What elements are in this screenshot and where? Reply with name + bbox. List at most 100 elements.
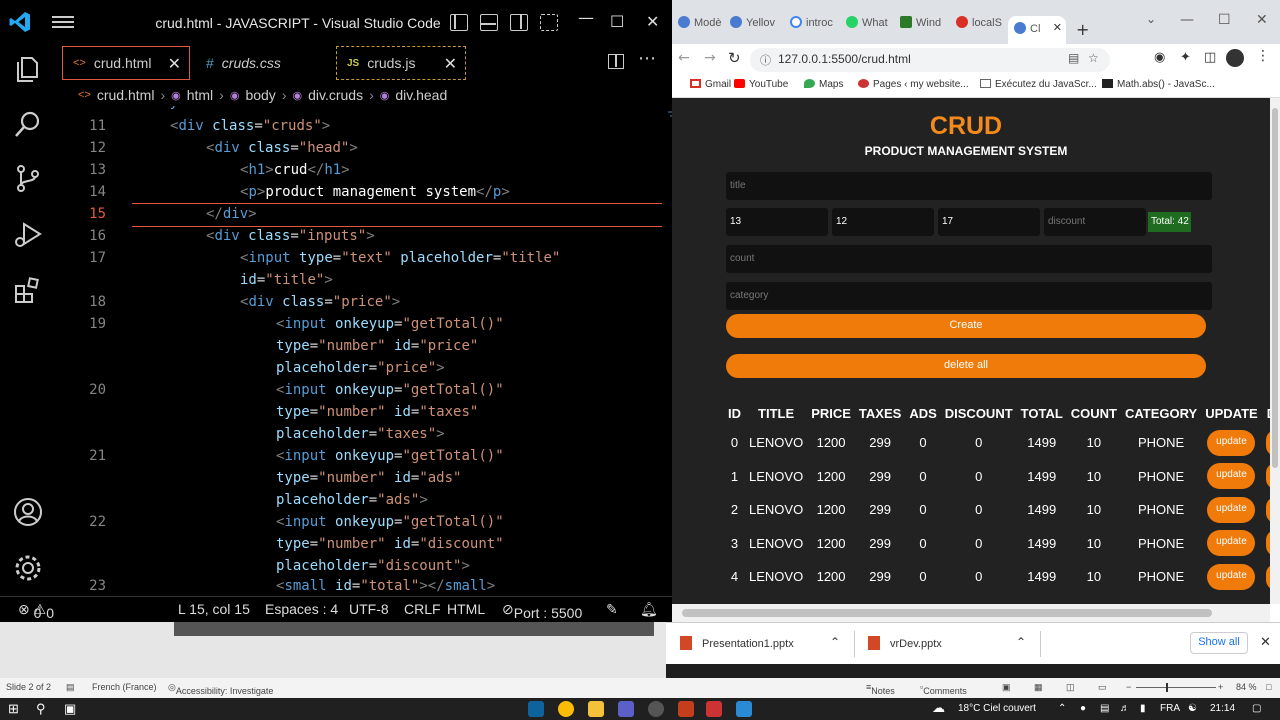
app-taskbar-icon[interactable]: [736, 701, 752, 717]
back-icon[interactable]: ←: [678, 50, 690, 66]
menu-icon[interactable]: [52, 13, 74, 33]
breadcrumb-item[interactable]: html: [187, 87, 213, 103]
close-window-icon[interactable]: ✕: [646, 12, 659, 31]
settings-gear-icon[interactable]: [12, 552, 44, 584]
microphone-icon[interactable]: ●: [1080, 703, 1086, 714]
show-all-button[interactable]: Show all: [1190, 632, 1248, 654]
accounts-icon[interactable]: [12, 496, 44, 528]
cursor-position[interactable]: L 15, col 15: [178, 601, 250, 617]
toggle-panel-icon[interactable]: [480, 14, 498, 31]
bookmark-star-icon[interactable]: ☆: [1088, 51, 1099, 65]
ads-input[interactable]: 17: [938, 208, 1040, 236]
live-server-port[interactable]: ⊘ Port : 5500: [502, 601, 582, 621]
breadcrumb-item[interactable]: crud.html: [97, 87, 155, 103]
spellcheck-icon[interactable]: ▤: [66, 682, 75, 693]
browser-tab[interactable]: Modè: [678, 16, 726, 44]
maximize-icon[interactable]: ☐: [610, 12, 624, 31]
bookmark-pages[interactable]: Pages ‹ my website...: [858, 79, 969, 90]
taxes-input[interactable]: 12: [832, 208, 934, 236]
encoding[interactable]: UTF-8: [349, 601, 389, 617]
bookmark-maps[interactable]: Maps: [804, 79, 843, 90]
comments-button[interactable]: ▫ Comments: [920, 682, 967, 696]
bookmark-gmail[interactable]: Gmail: [690, 79, 731, 90]
discount-input[interactable]: discount: [1044, 208, 1146, 236]
chevron-up-icon[interactable]: ⌃: [1016, 635, 1026, 649]
browser-tab[interactable]: Wind: [900, 16, 950, 44]
bookmark-youtube[interactable]: YouTube: [734, 79, 788, 90]
breadcrumb-item[interactable]: body: [245, 87, 275, 103]
slide-sorter-icon[interactable]: ▦: [1034, 682, 1043, 693]
close-window-icon[interactable]: ✕: [1256, 12, 1268, 28]
update-button[interactable]: update: [1207, 463, 1256, 490]
profile-avatar[interactable]: [1226, 49, 1244, 67]
maximize-icon[interactable]: ☐: [1218, 12, 1231, 28]
run-debug-icon[interactable]: [12, 218, 44, 250]
tray-chevron-icon[interactable]: ⌃: [1058, 703, 1066, 714]
close-tab-icon[interactable]: ✕: [444, 54, 457, 74]
create-button[interactable]: Create: [726, 314, 1206, 338]
file-explorer-icon[interactable]: [588, 701, 604, 717]
close-tab-icon[interactable]: ✕: [168, 54, 181, 74]
search-icon[interactable]: ⚲: [36, 701, 46, 717]
fit-slide-icon[interactable]: □: [1266, 682, 1271, 692]
source-control-icon[interactable]: [12, 162, 44, 194]
code-editor[interactable]: 10 11 12 13 14 15 16 17 18 19 20 21 22 2…: [56, 106, 672, 596]
minimize-icon[interactable]: —: [1180, 12, 1194, 28]
windows-start-icon[interactable]: ⊞: [8, 701, 19, 717]
count-input[interactable]: count: [726, 245, 1212, 273]
language-mode[interactable]: HTML: [447, 601, 485, 617]
price-input[interactable]: 13: [726, 208, 828, 236]
chevron-up-icon[interactable]: ⌃: [830, 635, 840, 649]
network-icon[interactable]: ▤: [1100, 703, 1109, 714]
horizontal-scrollbar[interactable]: [672, 604, 1270, 622]
site-info-icon[interactable]: ⓘ: [760, 52, 771, 68]
zoom-level[interactable]: 84 %: [1236, 682, 1257, 692]
toggle-primary-sidebar-icon[interactable]: [450, 14, 468, 31]
title-input[interactable]: title: [726, 172, 1212, 200]
bookmark-mathabs[interactable]: Math.abs() - JavaSc...: [1102, 79, 1215, 90]
close-downloads-icon[interactable]: ✕: [1260, 634, 1271, 650]
update-button[interactable]: update: [1207, 496, 1256, 523]
notification-icon[interactable]: ▢: [1252, 703, 1261, 714]
vscode-taskbar-icon[interactable]: [528, 701, 544, 717]
extensions-icon[interactable]: [12, 274, 44, 306]
address-bar[interactable]: ⓘ 127.0.0.1:5500/crud.html ▤ ☆: [750, 48, 1110, 72]
zoom-slider[interactable]: [1136, 683, 1216, 692]
reading-view-icon[interactable]: ◫: [1066, 682, 1075, 693]
download-item[interactable]: Presentation1.pptx: [680, 636, 794, 650]
explorer-icon[interactable]: [12, 52, 44, 84]
feedback-icon[interactable]: ✎: [606, 601, 618, 618]
tab-cruds-css[interactable]: # cruds.css: [196, 46, 326, 80]
chrome-menu-icon[interactable]: ⋮: [1256, 48, 1270, 64]
tab-search-icon[interactable]: ⌄: [1146, 12, 1156, 26]
tab-crud-html[interactable]: <> crud.html ✕: [62, 46, 190, 80]
zoom-out-icon[interactable]: −: [1126, 682, 1131, 692]
accessibility-status[interactable]: ◎ Accessibility: Investigate: [168, 682, 273, 696]
clock[interactable]: 21:14: [1210, 703, 1235, 714]
update-button[interactable]: update: [1207, 563, 1256, 590]
notes-button[interactable]: ≡ Notes: [866, 682, 895, 696]
language-indicator[interactable]: FRA: [1160, 703, 1180, 714]
notifications-bell-icon[interactable]: 🔔︎: [640, 601, 658, 618]
line-ending[interactable]: CRLF: [404, 601, 441, 617]
weather-text[interactable]: 18°C Ciel couvert: [958, 703, 1036, 714]
settings-taskbar-icon[interactable]: [648, 701, 664, 717]
language-label[interactable]: French (France): [92, 682, 157, 692]
normal-view-icon[interactable]: ▣: [1002, 682, 1011, 693]
minimize-icon[interactable]: —: [578, 8, 594, 27]
teams-icon[interactable]: [618, 701, 634, 717]
task-view-icon[interactable]: ▣: [64, 701, 76, 717]
cookie-extension-icon[interactable]: ◉: [1154, 50, 1165, 65]
vertical-scrollbar[interactable]: [1270, 98, 1280, 604]
browser-tab[interactable]: localS: [956, 16, 1008, 44]
customize-layout-icon[interactable]: [540, 14, 558, 31]
battery-icon[interactable]: ▮: [1140, 703, 1146, 714]
toggle-secondary-sidebar-icon[interactable]: [510, 14, 528, 31]
powerpoint-taskbar-icon[interactable]: [678, 701, 694, 717]
new-tab-icon[interactable]: +: [1076, 20, 1089, 39]
wifi-icon[interactable]: ☯: [1188, 703, 1197, 714]
category-input[interactable]: category: [726, 282, 1212, 310]
reload-icon[interactable]: ↻: [728, 49, 741, 67]
browser-tab[interactable]: Yellov: [730, 16, 782, 44]
breadcrumb-item[interactable]: div.cruds: [308, 87, 363, 103]
